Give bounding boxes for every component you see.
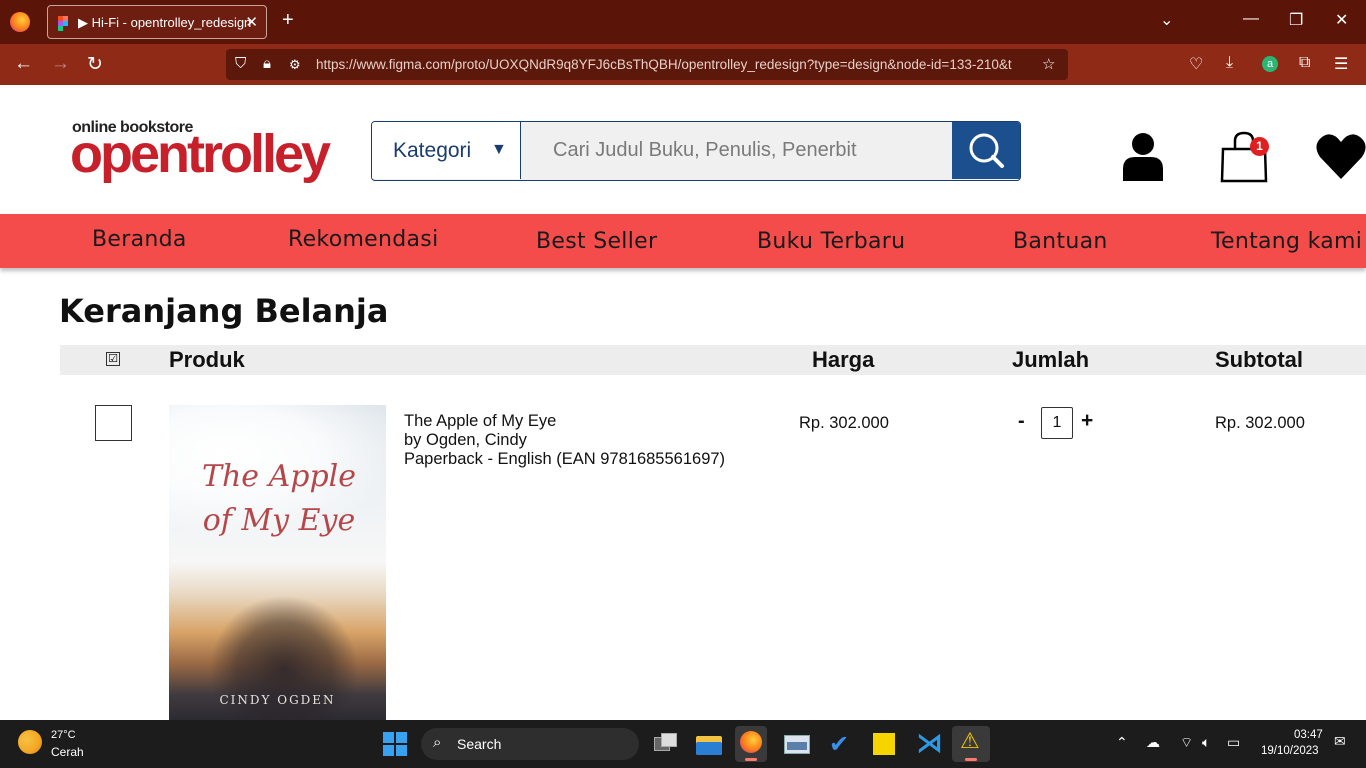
- sticky-notes-icon[interactable]: [870, 730, 898, 758]
- download-icon[interactable]: ⤓: [1226, 54, 1233, 72]
- qty-increase-button[interactable]: +: [1081, 409, 1093, 433]
- notification-icon[interactable]: ✉: [1334, 733, 1346, 750]
- shield-icon[interactable]: ⛉: [235, 55, 246, 72]
- extensions-icon[interactable]: ⧉: [1299, 54, 1310, 72]
- menu-item-rekomendasi[interactable]: Rekomendasi: [288, 227, 438, 252]
- tab-close-icon[interactable]: ✕: [245, 13, 258, 31]
- volume-icon[interactable]: 🔈︎: [1202, 734, 1210, 751]
- category-dropdown[interactable]: Kategori ▼: [372, 122, 521, 179]
- clock-time[interactable]: 03:47: [1294, 729, 1323, 741]
- product-format: Paperback - English (EAN 9781685561697): [404, 450, 726, 468]
- menu-item-tentang-kami[interactable]: Tentang kami: [1211, 229, 1362, 254]
- todo-app-icon[interactable]: ✔: [826, 730, 854, 758]
- quantity-input[interactable]: 1: [1041, 407, 1073, 439]
- qty-decrease-button[interactable]: -: [1018, 410, 1025, 433]
- task-view-icon[interactable]: [652, 730, 680, 758]
- search-icon: ⌕: [433, 734, 442, 751]
- browser-nav-bar: ← → ↻ ⛉ 🔒︎ ⚙ https://www.figma.com/proto…: [0, 44, 1366, 85]
- start-button[interactable]: [383, 732, 407, 756]
- url-bar[interactable]: ⛉ 🔒︎ ⚙ https://www.figma.com/proto/UOXQN…: [226, 49, 1068, 80]
- taskbar-search-label: Search: [457, 736, 502, 752]
- menu-item-bantuan[interactable]: Bantuan: [1013, 229, 1108, 254]
- close-window-button[interactable]: ✕: [1335, 10, 1348, 30]
- tab-list-icon[interactable]: ⌄: [1160, 10, 1173, 30]
- heart-icon[interactable]: [1316, 133, 1366, 179]
- main-menu: Beranda Rekomendasi Best Seller Buku Ter…: [0, 214, 1366, 268]
- user-icon[interactable]: [1121, 131, 1165, 181]
- logo[interactable]: opentrolley: [70, 123, 331, 185]
- item-subtotal: Rp. 302.000: [1215, 414, 1305, 432]
- header-subtotal: Subtotal: [1215, 347, 1303, 372]
- category-label: Kategori: [393, 139, 472, 162]
- caret-down-icon: ▼: [491, 141, 507, 158]
- permissions-icon[interactable]: ⚙: [289, 57, 301, 73]
- book-cover[interactable]: The Apple of My Eye CINDY OGDEN: [169, 405, 386, 720]
- menu-item-beranda[interactable]: Beranda: [92, 227, 187, 252]
- browser-tab[interactable]: ▶ Hi-Fi - opentrolley_redesign ✕: [47, 5, 267, 39]
- header-harga: Harga: [812, 347, 875, 372]
- lock-icon[interactable]: 🔒︎: [263, 55, 271, 72]
- search-button[interactable]: [952, 122, 1020, 179]
- bookmark-star-icon[interactable]: ☆: [1042, 55, 1055, 73]
- menu-icon[interactable]: ☰: [1334, 54, 1348, 74]
- search-icon: [969, 133, 1004, 168]
- back-icon[interactable]: ←: [14, 53, 33, 75]
- restore-button[interactable]: ❐: [1289, 10, 1303, 30]
- wifi-icon[interactable]: ⌔: [1180, 734, 1193, 752]
- cart-table-header: ☑ Produk Harga Jumlah Subtotal: [60, 345, 1366, 375]
- header-jumlah: Jumlah: [1012, 347, 1090, 372]
- taskbar: 27°C Cerah ⌕ Search ✔ ⋊ ⚠ ⌃ ☁ ⌔ 🔈︎ ▭ 03:…: [0, 720, 1366, 768]
- product-author: by Ogden, Cindy: [404, 431, 527, 449]
- search-input[interactable]: [522, 122, 952, 179]
- tab-title: ▶ Hi-Fi - opentrolley_redesign: [78, 15, 252, 30]
- header-produk: Produk: [169, 347, 245, 372]
- product-title[interactable]: The Apple of My Eye: [404, 412, 556, 431]
- figma-icon: [58, 16, 68, 31]
- weather-temperature[interactable]: 27°C: [51, 729, 76, 741]
- weather-description[interactable]: Cerah: [51, 745, 84, 759]
- extension-account-icon[interactable]: a: [1262, 56, 1278, 72]
- item-price: Rp. 302.000: [799, 414, 889, 432]
- new-tab-button[interactable]: +: [282, 9, 294, 32]
- url-text[interactable]: https://www.figma.com/proto/UOXQNdR9q8YF…: [316, 57, 1036, 72]
- vscode-icon[interactable]: ⋊: [914, 728, 943, 758]
- forward-icon[interactable]: →: [51, 53, 70, 75]
- cart-count-badge: 1: [1250, 137, 1269, 156]
- clock-date[interactable]: 19/10/2023: [1261, 745, 1319, 757]
- reload-icon[interactable]: ↻: [87, 53, 103, 76]
- menu-item-best-seller[interactable]: Best Seller: [536, 229, 657, 254]
- item-checkbox[interactable]: [95, 405, 132, 441]
- page-title: Keranjang Belanja: [59, 292, 389, 330]
- firefox-icon[interactable]: [10, 12, 30, 32]
- warning-app-icon[interactable]: ⚠: [952, 726, 990, 762]
- taskbar-search[interactable]: ⌕ Search: [421, 728, 639, 760]
- select-all-checkbox[interactable]: ☑: [106, 352, 120, 366]
- photos-app-icon[interactable]: [783, 730, 811, 758]
- file-explorer-icon[interactable]: [695, 730, 723, 758]
- cover-author: CINDY OGDEN: [219, 693, 336, 707]
- search-bar: Kategori ▼: [371, 121, 1021, 181]
- cover-title: The Apple of My Eye: [201, 459, 357, 538]
- pocket-icon[interactable]: ♡: [1189, 54, 1203, 74]
- weather-icon[interactable]: [18, 730, 42, 754]
- firefox-taskbar-icon[interactable]: [735, 726, 767, 762]
- battery-icon[interactable]: ▭: [1227, 734, 1240, 751]
- page: online bookstore opentrolley Kategori ▼ …: [0, 85, 1366, 720]
- onedrive-icon[interactable]: ☁: [1146, 734, 1160, 751]
- chevron-up-icon[interactable]: ⌃: [1116, 734, 1128, 751]
- menu-item-buku-terbaru[interactable]: Buku Terbaru: [757, 229, 905, 254]
- minimize-button[interactable]: —: [1243, 10, 1259, 28]
- browser-tab-bar: ▶ Hi-Fi - opentrolley_redesign ✕ + ⌄ — ❐…: [0, 0, 1366, 44]
